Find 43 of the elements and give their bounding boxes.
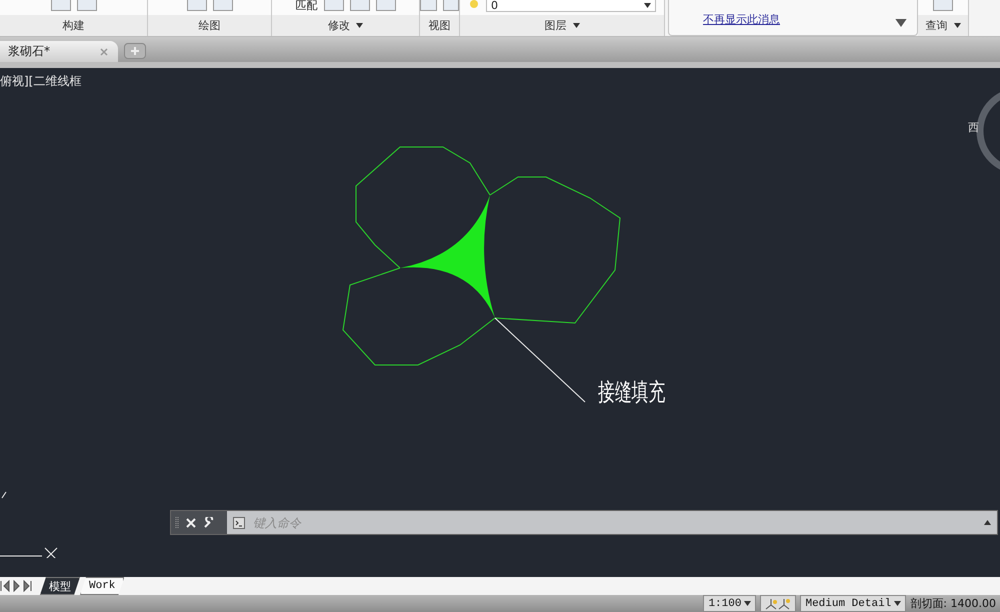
caret-icon[interactable] [984, 520, 991, 525]
annotation-scale-button[interactable]: 1:100 [703, 595, 756, 612]
tool-icon[interactable] [76, 0, 96, 11]
panel-title[interactable]: 查询 [918, 15, 968, 36]
prompt-icon[interactable] [233, 516, 245, 528]
panel-title: 视图 [420, 15, 459, 36]
panel-title[interactable]: 修改 [272, 15, 419, 36]
tool-icon[interactable] [350, 0, 370, 11]
caret-icon [572, 23, 580, 28]
tool-icon[interactable] [442, 0, 459, 11]
panel-title: 构建 [0, 15, 147, 36]
caret-icon [744, 601, 752, 606]
tool-icon[interactable] [420, 0, 436, 11]
layout-tab[interactable]: Work [80, 577, 124, 595]
layer-dropdown[interactable]: 0 [486, 0, 656, 12]
viewcube-label[interactable]: 西 [968, 120, 979, 135]
layout-tab[interactable]: 模型 [40, 577, 80, 595]
dismiss-link[interactable]: 不再显示此消息 [703, 12, 780, 27]
tool-icon[interactable] [50, 0, 70, 11]
document-tab[interactable]: 浆砌石* [0, 41, 118, 62]
command-input-field[interactable]: 键入命令 [251, 514, 978, 530]
caret-icon [644, 3, 651, 8]
detail-level-dropdown[interactable]: Medium Detail [800, 595, 906, 612]
annotation-text: 接缝填充 [598, 377, 666, 408]
caret-icon [356, 23, 363, 28]
tool-icon[interactable] [186, 0, 206, 11]
grip-icon[interactable] [175, 516, 179, 528]
wrench-icon[interactable] [203, 516, 215, 528]
command-field[interactable]: 键入命令 [227, 511, 997, 534]
cut-plane-text: 剖切面: 1400.00 [910, 596, 996, 611]
new-tab-button[interactable] [124, 43, 146, 59]
plus-icon[interactable] [131, 47, 139, 55]
tool-icon[interactable] [324, 0, 344, 11]
panel-title: 绘图 [148, 15, 271, 36]
tool-icon[interactable] [212, 0, 232, 11]
panel-title[interactable]: 图层 [460, 15, 664, 36]
caret-icon [954, 23, 960, 28]
annotation-visibility-icon[interactable] [760, 595, 796, 612]
match-button-label[interactable]: 匹配 [296, 0, 318, 12]
caret-icon[interactable] [895, 19, 907, 27]
tool-icon[interactable] [376, 0, 396, 11]
viewport-label[interactable]: 俯视][二维线框 [0, 73, 82, 90]
caret-icon [894, 601, 902, 606]
